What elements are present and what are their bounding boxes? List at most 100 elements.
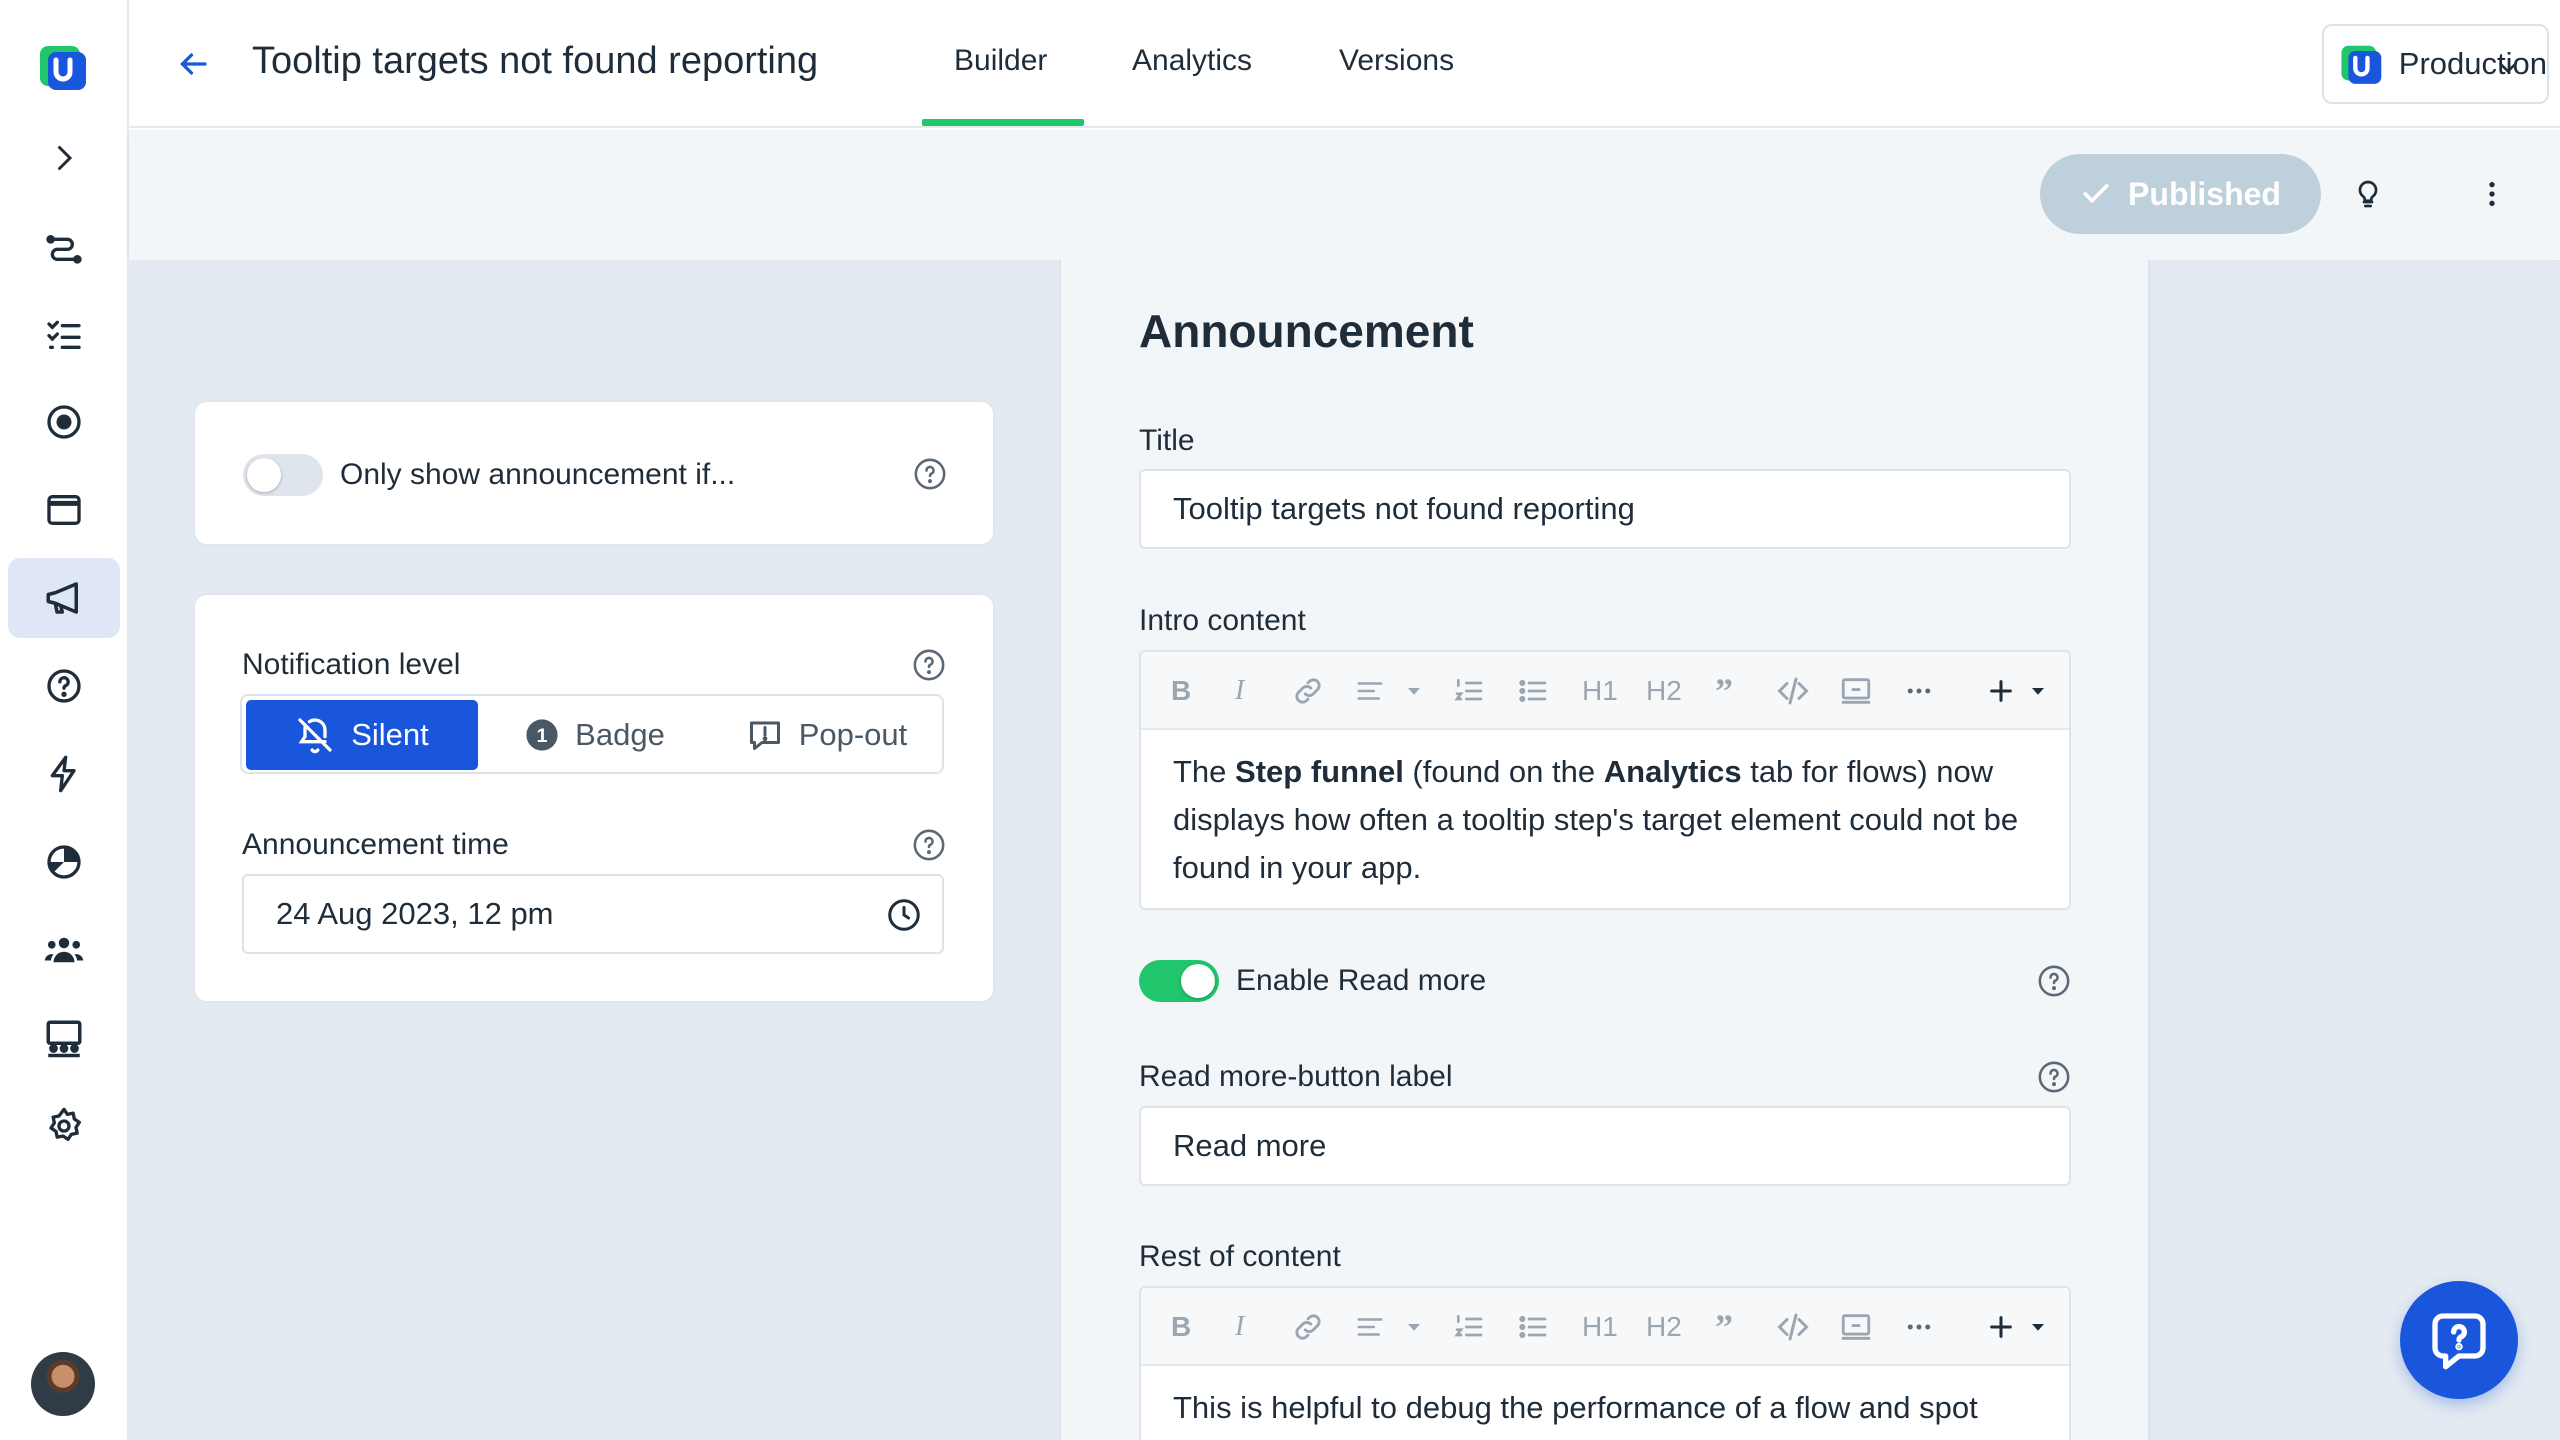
support-chat-button[interactable] [2400, 1281, 2518, 1399]
ellipsis-icon [1907, 688, 1931, 694]
link-button[interactable] [1291, 674, 1325, 708]
silent-option[interactable]: Silent [246, 700, 478, 770]
bold-button[interactable]: B [1171, 1310, 1191, 1344]
rest-of-content-editor[interactable]: B I H1 H2 ” This is helpful to debug the… [1139, 1286, 2071, 1440]
align-button[interactable] [1355, 1310, 1423, 1344]
conditional-card: Only show announcement if... [193, 400, 995, 546]
title-label: Title [1139, 424, 1195, 457]
title-input[interactable]: Tooltip targets not found reporting [1139, 469, 2071, 549]
clock-icon [888, 899, 920, 931]
embed-icon [1841, 678, 1871, 704]
insert-button[interactable] [1987, 1310, 2047, 1344]
settings-icon [49, 1107, 82, 1141]
sidebar-item-announcements[interactable] [8, 558, 120, 638]
kebab-menu-icon [2489, 182, 2495, 206]
expand-sidebar-button[interactable] [8, 118, 120, 198]
h2-button[interactable]: H2 [1646, 674, 1682, 708]
ellipsis-icon [1907, 1324, 1931, 1330]
sidebar-item-beacons[interactable] [8, 382, 120, 462]
top-bar: Tooltip targets not found reporting Buil… [129, 0, 2560, 128]
quote-button[interactable]: ” [1715, 1307, 1733, 1347]
align-button[interactable] [1355, 674, 1423, 708]
lightbulb-icon [2358, 180, 2378, 208]
environment-selector[interactable]: Production [2322, 24, 2549, 104]
badge-label: Badge [575, 717, 665, 752]
megaphone-icon [46, 582, 78, 614]
bullet-list-button[interactable] [1517, 1310, 1549, 1344]
insert-button[interactable] [1987, 674, 2047, 708]
tab-versions[interactable]: Versions [1339, 44, 1454, 78]
badge-option[interactable]: 1 Badge [480, 700, 710, 770]
read-more-button-label-value: Read more [1173, 1128, 1327, 1163]
sidebar-item-actions[interactable] [8, 734, 120, 814]
bullet-list-button[interactable] [1517, 674, 1549, 708]
italic-button[interactable]: I [1235, 674, 1244, 708]
user-avatar[interactable] [31, 1352, 95, 1416]
help-circle-icon [47, 669, 81, 703]
tab-builder[interactable]: Builder [954, 44, 1047, 78]
plus-icon [1990, 1316, 2012, 1338]
read-more-button-label-input[interactable]: Read more [1139, 1106, 2071, 1186]
window-icon [47, 495, 81, 525]
sidebar-item-flows[interactable] [8, 206, 120, 286]
link-icon [1295, 1314, 1321, 1340]
tab-analytics[interactable]: Analytics [1132, 44, 1252, 78]
embed-button[interactable] [1839, 674, 1873, 708]
conditional-label: Only show announcement if... [340, 458, 736, 491]
popout-option[interactable]: Pop-out [712, 700, 942, 770]
read-more-toggle[interactable] [1139, 960, 1219, 1002]
title-value: Tooltip targets not found reporting [1173, 491, 1635, 526]
more-button[interactable] [1904, 674, 1934, 708]
sidebar-item-checklists[interactable] [8, 294, 120, 374]
help-icon[interactable] [2037, 1060, 2071, 1094]
help-icon[interactable] [912, 828, 946, 862]
analytics-icon [47, 845, 81, 879]
help-icon[interactable] [2037, 964, 2071, 998]
bold-button[interactable]: B [1171, 674, 1191, 708]
conditional-toggle[interactable] [243, 454, 323, 496]
intro-content-editor[interactable]: B I H1 H2 ” The Step funnel (found on th… [1139, 650, 2071, 910]
sidebar-item-help[interactable] [8, 646, 120, 726]
sidebar-item-audiences[interactable] [8, 998, 120, 1078]
tips-button[interactable] [2352, 178, 2384, 210]
users-icon [44, 937, 84, 963]
plus-icon [1990, 680, 2012, 702]
published-button[interactable]: Published [2040, 154, 2321, 234]
code-button[interactable] [1775, 1310, 1811, 1344]
ordered-list-button[interactable] [1453, 1310, 1485, 1344]
sidebar-item-banners[interactable] [8, 470, 120, 550]
bell-off-icon [298, 718, 332, 754]
h2-button[interactable]: H2 [1646, 1310, 1682, 1344]
help-icon[interactable] [913, 457, 947, 491]
link-button[interactable] [1291, 1310, 1325, 1344]
sidebar-item-analytics[interactable] [8, 822, 120, 902]
read-more-button-label-title: Read more-button label [1139, 1060, 1453, 1093]
chevron-right-icon [58, 146, 73, 170]
h1-button[interactable]: H1 [1582, 674, 1618, 708]
lightning-icon [50, 755, 76, 793]
ordered-list-button[interactable] [1453, 674, 1485, 708]
silent-label: Silent [351, 717, 429, 752]
help-icon[interactable] [912, 648, 946, 682]
code-button[interactable] [1775, 674, 1811, 708]
intro-content-text[interactable]: The Step funnel (found on the Analytics … [1141, 730, 2069, 908]
more-options-button[interactable] [2476, 178, 2508, 210]
app-logo-icon[interactable] [36, 40, 90, 94]
popout-icon [749, 721, 780, 750]
align-left-icon [1357, 1318, 1383, 1336]
sidebar-item-settings[interactable] [8, 1086, 120, 1166]
sidebar [0, 0, 129, 1440]
announcement-time-input[interactable]: 24 Aug 2023, 12 pm [242, 874, 944, 954]
sidebar-item-users[interactable] [8, 910, 120, 990]
more-button[interactable] [1904, 1310, 1934, 1344]
italic-button[interactable]: I [1235, 1310, 1244, 1344]
audience-icon [46, 1020, 82, 1058]
rest-of-content-text[interactable]: This is helpful to debug the performance… [1141, 1366, 2069, 1440]
align-left-icon [1357, 682, 1383, 700]
h1-button[interactable]: H1 [1582, 1310, 1618, 1344]
caret-down-icon [1408, 688, 1420, 695]
quote-button[interactable]: ” [1715, 671, 1733, 711]
embed-button[interactable] [1839, 1310, 1873, 1344]
link-icon [1295, 678, 1321, 704]
back-button[interactable] [173, 44, 213, 84]
